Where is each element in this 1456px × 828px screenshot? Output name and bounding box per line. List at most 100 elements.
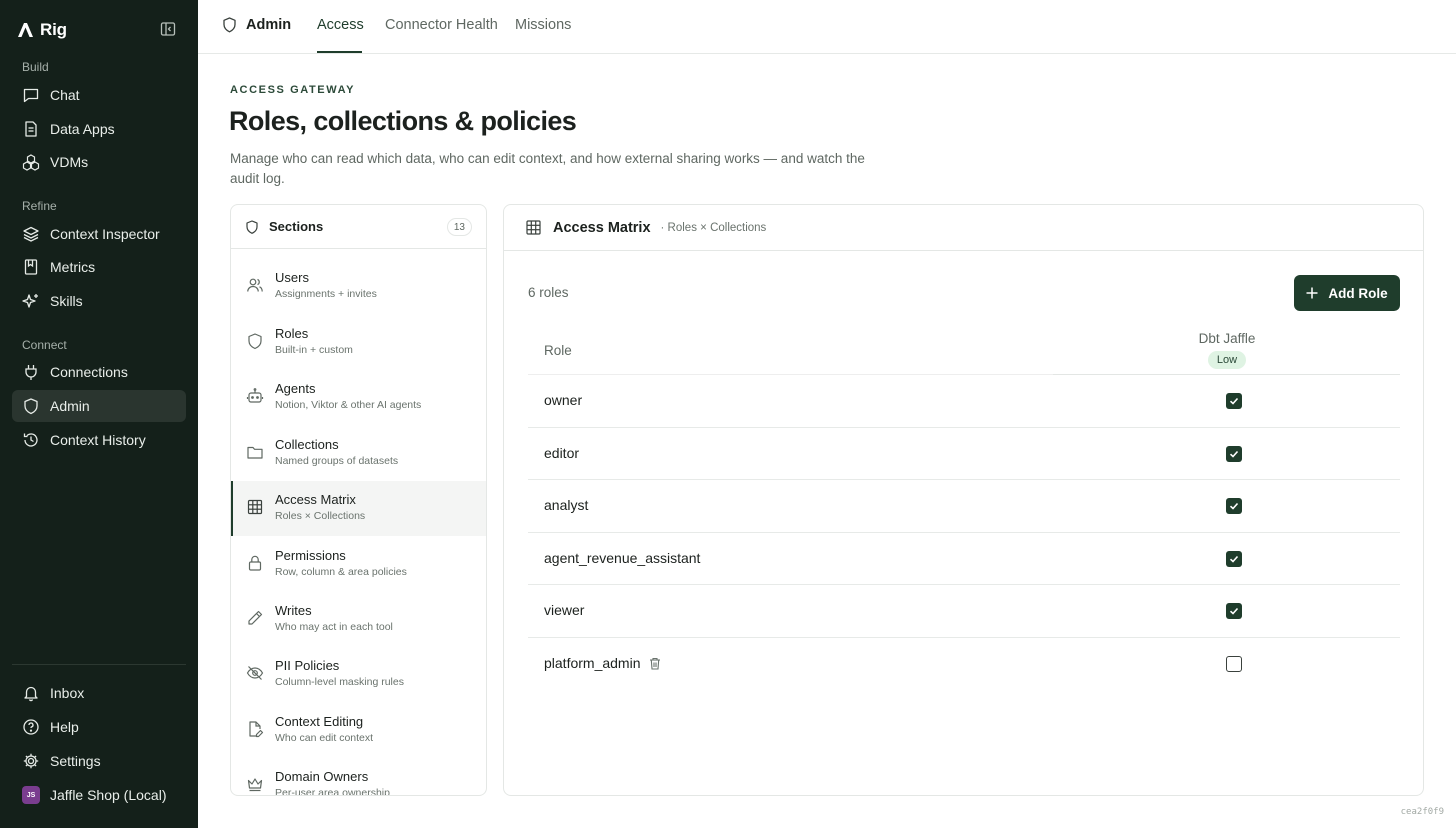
table-row: agent_revenue_assistant <box>528 533 1400 585</box>
tab-access[interactable]: Access <box>317 17 364 33</box>
section-item-collections[interactable]: Collections Named groups of datasets <box>231 426 486 481</box>
section-item-agents[interactable]: Agents Notion, Viktor & other AI agents <box>231 370 486 425</box>
access-checkbox[interactable] <box>1226 498 1242 514</box>
column-header-role: Role <box>544 343 572 358</box>
sidebar-item-label: Context History <box>50 432 146 448</box>
sidebar-item-skills[interactable]: Skills <box>12 285 186 317</box>
file-edit-icon <box>249 721 264 738</box>
sidebar-item-label: Admin <box>50 398 90 414</box>
bot-icon <box>246 388 264 403</box>
matrix-title: Access Matrix <box>553 219 651 236</box>
table-row: owner <box>528 375 1400 427</box>
active-tab-indicator <box>317 51 362 53</box>
sidebar-item-context-inspector[interactable]: Context Inspector <box>12 218 186 250</box>
role-name: agent_revenue_assistant <box>544 550 700 566</box>
check-icon <box>1229 555 1239 563</box>
layers-icon <box>23 226 39 242</box>
sidebar-item-chat[interactable]: Chat <box>12 79 186 111</box>
sidebar-item-connections[interactable]: Connections <box>12 356 186 388</box>
section-item-users[interactable]: Users Assignments + invites <box>231 259 486 314</box>
roles-count: 6 roles <box>528 285 569 300</box>
nav-group-build: Build <box>22 60 49 74</box>
sidebar-item-data-apps[interactable]: Data Apps <box>12 113 186 145</box>
page-description: Manage who can read which data, who can … <box>230 151 865 186</box>
role-name-text: platform_admin <box>544 655 641 671</box>
access-checkbox[interactable] <box>1226 603 1242 619</box>
sidebar-item-label: VDMs <box>50 154 89 170</box>
workspace-switcher[interactable]: JS Jaffle Shop (Local) <box>12 779 186 811</box>
section-label: Users <box>275 270 309 285</box>
risk-badge: Low <box>1208 351 1246 369</box>
sidebar-item-label: Settings <box>50 753 101 769</box>
sidebar-item-inbox[interactable]: Inbox <box>12 677 186 709</box>
add-role-button[interactable]: Add Role <box>1294 275 1400 311</box>
sidebar-item-help[interactable]: Help <box>12 711 186 743</box>
section-item-pii-policies[interactable]: PII Policies Column-level masking rules <box>231 647 486 702</box>
column-header-collection: Dbt Jaffle <box>1198 331 1256 346</box>
section-item-context-editing[interactable]: Context Editing Who can edit context <box>231 703 486 758</box>
check-icon <box>1229 397 1239 405</box>
shield-icon <box>246 219 258 234</box>
collapse-sidebar-button[interactable] <box>160 21 178 39</box>
section-item-domain-owners[interactable]: Domain Owners Per-user area ownership <box>231 758 486 795</box>
section-label: Writes <box>275 603 312 618</box>
section-sub: Built-in + custom <box>275 344 353 356</box>
eye-off-icon <box>246 666 264 680</box>
sidebar-item-metrics[interactable]: Metrics <box>12 251 186 283</box>
help-icon <box>23 719 39 735</box>
access-checkbox[interactable] <box>1226 446 1242 462</box>
sidebar-item-label: Help <box>50 719 79 735</box>
shield-icon <box>248 333 262 350</box>
sidebar-item-vdms[interactable]: VDMs <box>12 146 186 178</box>
brand[interactable]: Rig <box>16 18 67 42</box>
sidebar: Rig Build Chat Data Apps VDMs Refine Con… <box>0 0 198 828</box>
section-label: Context Editing <box>275 714 364 729</box>
nav-group-connect: Connect <box>22 338 67 352</box>
tab-missions[interactable]: Missions <box>515 17 571 33</box>
role-name: analyst <box>544 497 588 513</box>
grid-icon <box>247 499 263 515</box>
cubes-icon <box>22 154 40 171</box>
check-icon <box>1229 502 1239 510</box>
sidebar-item-admin[interactable]: Admin <box>12 390 186 422</box>
sidebar-item-label: Chat <box>50 87 80 103</box>
sections-header: Sections 13 <box>231 205 486 249</box>
role-name-text: analyst <box>544 497 589 513</box>
section-sub: Row, column & area policies <box>275 566 407 578</box>
matrix-header: Access Matrix · Roles × Collections <box>504 205 1423 251</box>
access-checkbox[interactable] <box>1226 393 1242 409</box>
page-eyebrow: ACCESS GATEWAY <box>230 84 356 96</box>
section-sub: Named groups of datasets <box>275 455 399 467</box>
folder-icon <box>247 446 263 459</box>
section-item-roles[interactable]: Roles Built-in + custom <box>231 315 486 370</box>
section-item-access-matrix[interactable]: Access Matrix Roles × Collections <box>231 481 486 536</box>
crown-icon <box>247 778 263 792</box>
section-sub: Assignments + invites <box>275 288 377 300</box>
pencil-icon <box>248 610 263 625</box>
trash-icon[interactable] <box>649 657 661 670</box>
role-name-text: viewer <box>544 602 585 618</box>
section-sub: Notion, Viktor & other AI agents <box>275 399 422 411</box>
page-title: Roles, collections & policies <box>229 106 577 136</box>
sidebar-item-settings[interactable]: Settings <box>12 745 186 777</box>
section-item-permissions[interactable]: Permissions Row, column & area policies <box>231 537 486 592</box>
nav-group-refine: Refine <box>22 199 57 213</box>
chat-icon <box>23 88 39 103</box>
add-role-label: Add Role <box>1328 285 1388 301</box>
tab-connector-health[interactable]: Connector Health <box>385 17 498 33</box>
access-matrix-panel: Access Matrix · Roles × Collections 6 ro… <box>503 204 1424 796</box>
sidebar-item-label: Skills <box>50 293 83 309</box>
section-label: Roles <box>275 326 309 341</box>
build-hash: cea2f0f9 <box>1400 807 1444 817</box>
section-sub: Roles × Collections <box>275 510 366 522</box>
role-name: viewer <box>544 602 584 618</box>
table-row: viewer <box>528 585 1400 637</box>
access-checkbox[interactable] <box>1226 656 1242 672</box>
table-row: analyst <box>528 480 1400 532</box>
sidebar-item-context-history[interactable]: Context History <box>12 424 186 456</box>
sections-count-badge: 13 <box>446 218 472 236</box>
section-item-writes[interactable]: Writes Who may act in each tool <box>231 592 486 647</box>
access-checkbox[interactable] <box>1226 551 1242 567</box>
rig-logo-icon <box>18 23 33 37</box>
section-label: Permissions <box>275 548 346 563</box>
